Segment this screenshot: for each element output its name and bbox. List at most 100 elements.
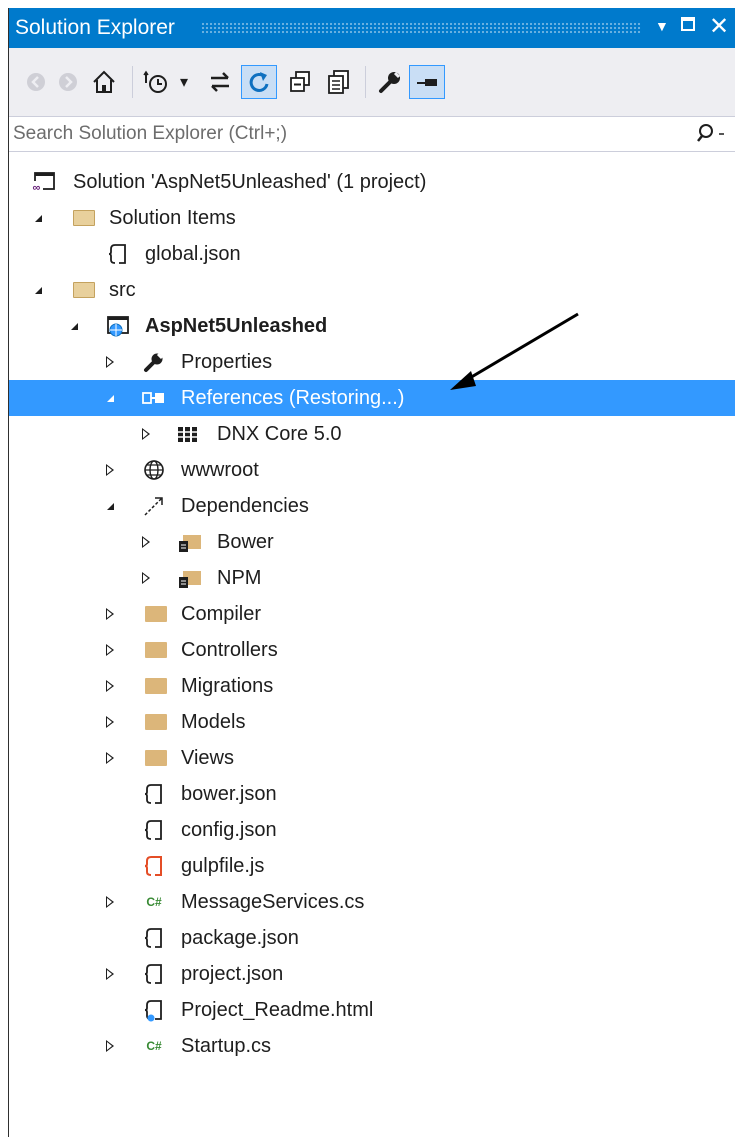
tree-item-controllers[interactable]: Controllers [9, 632, 735, 668]
tree-item-bower-json[interactable]: bower.json [9, 776, 735, 812]
expanded-arrow-icon[interactable] [99, 380, 121, 416]
tree-item-wwwroot[interactable]: wwwroot [9, 452, 735, 488]
tree-item-label: Controllers [181, 639, 278, 661]
search-box [9, 116, 735, 152]
preview-selected-items-icon[interactable] [409, 65, 445, 99]
tree-item-label: Solution 'AspNet5Unleashed' (1 project) [73, 171, 427, 193]
filter-dropdown-icon[interactable]: ▾ [175, 65, 193, 99]
tree-item-readme[interactable]: Project_Readme.html [9, 992, 735, 1028]
tree-item-label: Bower [217, 531, 274, 553]
expanded-arrow-icon[interactable] [63, 308, 85, 344]
tree-item-label: Project_Readme.html [181, 999, 374, 1021]
tree-item-dependencies[interactable]: Dependencies [9, 488, 735, 524]
collapsed-arrow-icon[interactable] [99, 740, 121, 776]
collapsed-arrow-icon[interactable] [99, 884, 121, 920]
tree-item-label: MessageServices.cs [181, 891, 365, 913]
expanded-arrow-icon[interactable] [27, 200, 49, 236]
html-file-icon [141, 998, 167, 1022]
title-bar[interactable]: Solution Explorer ▼ ✕ [9, 8, 735, 48]
search-icon[interactable] [697, 123, 725, 150]
collapsed-arrow-icon[interactable] [135, 560, 157, 596]
show-all-files-icon[interactable] [321, 65, 355, 99]
tree-item-label: Startup.cs [181, 1035, 272, 1057]
tree-item-models[interactable]: Models [9, 704, 735, 740]
tree-item-config-json[interactable]: config.json [9, 812, 735, 848]
svg-text:∞: ∞ [33, 182, 41, 193]
solution-tree: ∞ Solution 'AspNet5Unleashed' (1 project… [9, 152, 735, 1137]
folder-icon [143, 674, 169, 698]
collapsed-arrow-icon[interactable] [99, 668, 121, 704]
toolbar-separator [132, 66, 133, 98]
collapsed-arrow-icon[interactable] [99, 632, 121, 668]
tree-item-global-json[interactable]: global.json [9, 236, 735, 272]
collapsed-arrow-icon[interactable] [99, 596, 121, 632]
toolbar-separator [365, 66, 366, 98]
refresh-icon[interactable] [241, 65, 277, 99]
solution-explorer-window: Solution Explorer ▼ ✕ ▾ Search Solution … [8, 8, 735, 1137]
references-icon [141, 386, 167, 410]
json-file-icon [141, 962, 167, 986]
collapsed-arrow-icon[interactable] [99, 956, 121, 992]
back-icon[interactable] [21, 65, 51, 99]
tree-item-package-json[interactable]: package.json [9, 920, 735, 956]
maximize-icon[interactable] [681, 17, 695, 31]
web-project-icon [105, 314, 131, 338]
collapsed-arrow-icon[interactable] [99, 344, 121, 380]
tree-item-project-json[interactable]: project.json [9, 956, 735, 992]
collapsed-arrow-icon[interactable] [135, 524, 157, 560]
tree-item-migrations[interactable]: Migrations [9, 668, 735, 704]
collapsed-arrow-icon[interactable] [99, 704, 121, 740]
tree-item-src[interactable]: src [9, 272, 735, 308]
home-icon[interactable] [87, 65, 121, 99]
tree-item-views[interactable]: Views [9, 740, 735, 776]
drag-grip[interactable] [201, 22, 641, 35]
collapsed-arrow-icon[interactable] [135, 416, 157, 452]
tree-item-label: References (Restoring...) [181, 387, 405, 409]
tree-item-label: Views [181, 747, 234, 769]
forward-icon[interactable] [53, 65, 83, 99]
sync-with-active-document-icon[interactable] [203, 65, 237, 99]
tree-item-label: NPM [217, 567, 262, 589]
window-position-dropdown-icon[interactable]: ▼ [655, 18, 669, 34]
tree-item-references[interactable]: References (Restoring...) [9, 380, 735, 416]
csharp-file-icon: C# [146, 1039, 162, 1053]
tree-item-label: Properties [181, 351, 273, 373]
folder-icon [143, 710, 169, 734]
collapse-all-icon[interactable] [283, 65, 317, 99]
json-file-icon [141, 818, 167, 842]
tree-item-compiler[interactable]: Compiler [9, 596, 735, 632]
tree-item-label: Compiler [181, 603, 262, 625]
tree-item-dnx-core[interactable]: DNX Core 5.0 [9, 416, 735, 452]
tree-item-label: config.json [181, 819, 277, 841]
tree-item-label: Migrations [181, 675, 274, 697]
collapsed-arrow-icon[interactable] [99, 1028, 121, 1064]
tree-item-npm[interactable]: NPM [9, 560, 735, 596]
folder-icon [71, 206, 97, 230]
tree-item-label: global.json [145, 243, 241, 265]
folder-icon [71, 278, 97, 302]
json-file-icon [105, 242, 131, 266]
tree-item-label: gulpfile.js [181, 855, 265, 877]
expanded-arrow-icon[interactable] [99, 488, 121, 524]
tree-item-solution-items[interactable]: Solution Items [9, 200, 735, 236]
close-icon[interactable]: ✕ [709, 12, 729, 41]
dropdown-arrow: ▾ [179, 74, 189, 91]
tree-item-label: wwwroot [181, 459, 259, 481]
tree-item-label: Solution Items [109, 207, 236, 229]
expanded-arrow-icon[interactable] [27, 272, 49, 308]
toolbar: ▾ [9, 48, 735, 116]
tree-item-bower[interactable]: Bower [9, 524, 735, 560]
collapsed-arrow-icon[interactable] [99, 452, 121, 488]
properties-icon[interactable] [373, 65, 407, 99]
tree-item-solution[interactable]: ∞ Solution 'AspNet5Unleashed' (1 project… [9, 164, 735, 200]
pending-changes-filter-icon[interactable] [139, 65, 175, 99]
search-input[interactable] [13, 121, 663, 147]
tree-item-startup[interactable]: C# Startup.cs [9, 1028, 735, 1064]
tree-item-gulpfile[interactable]: gulpfile.js [9, 848, 735, 884]
tree-item-properties[interactable]: Properties [9, 344, 735, 380]
json-file-icon [141, 926, 167, 950]
globe-icon [141, 458, 167, 482]
tree-item-label: package.json [181, 927, 299, 949]
tree-item-project[interactable]: AspNet5Unleashed [9, 308, 735, 344]
tree-item-messageservices[interactable]: C# MessageServices.cs [9, 884, 735, 920]
